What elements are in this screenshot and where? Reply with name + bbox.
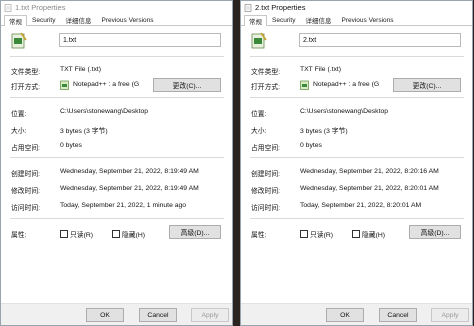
apply-button[interactable]: Apply xyxy=(191,308,229,322)
modified-value: Wednesday, September 21, 2022, 8:20:01 A… xyxy=(300,185,439,192)
cancel-button[interactable]: Cancel xyxy=(139,308,177,322)
divider xyxy=(10,56,224,57)
notepad-plus-plus-icon xyxy=(300,80,309,90)
size-label: 大小: xyxy=(251,128,267,135)
hidden-label: 隐藏(H) xyxy=(122,232,146,239)
general-panel: 2.txt 文件类型: TXT File (.txt) 打开方式: Notepa… xyxy=(241,26,472,316)
checkbox-box[interactable] xyxy=(352,230,360,238)
location-label: 位置: xyxy=(251,111,267,118)
opens-with-label: 打开方式: xyxy=(11,84,41,91)
hidden-checkbox[interactable]: 隐藏(H) xyxy=(112,229,145,239)
created-value: Wednesday, September 21, 2022, 8:20:16 A… xyxy=(300,168,439,175)
modified-value: Wednesday, September 21, 2022, 8:19:49 A… xyxy=(60,185,199,192)
readonly-checkbox[interactable]: 只读(R) xyxy=(60,229,93,239)
dialog-footer: OK Cancel Apply xyxy=(1,303,232,325)
notepad-plus-plus-icon xyxy=(60,80,69,90)
attributes-label: 属性: xyxy=(251,232,267,239)
size-value: 3 bytes (3 字节) xyxy=(300,128,348,135)
change-button[interactable]: 更改(C)... xyxy=(153,78,221,92)
advanced-button[interactable]: 高级(D)... xyxy=(169,225,221,239)
readonly-label: 只读(R) xyxy=(70,232,94,239)
window-title: 2.txt Properties xyxy=(255,3,306,12)
modified-label: 修改时间: xyxy=(11,188,41,195)
opens-with-label: 打开方式: xyxy=(251,84,281,91)
advanced-button[interactable]: 高级(D)... xyxy=(409,225,461,239)
divider xyxy=(250,157,464,158)
accessed-label: 访问时间: xyxy=(11,205,41,212)
txt-file-icon xyxy=(4,3,12,12)
divider xyxy=(10,157,224,158)
readonly-checkbox[interactable]: 只读(R) xyxy=(300,229,333,239)
txt-file-icon xyxy=(251,32,267,49)
file-type-value: TXT File (.txt) xyxy=(60,66,102,73)
apply-button[interactable]: Apply xyxy=(431,308,469,322)
tab-security[interactable]: Security xyxy=(267,14,300,25)
file-type-label: 文件类型: xyxy=(11,69,41,76)
size-value: 3 bytes (3 字节) xyxy=(60,128,108,135)
created-label: 创建时间: xyxy=(251,171,281,178)
location-label: 位置: xyxy=(11,111,27,118)
size-on-disk-label: 占用空间: xyxy=(251,145,281,152)
tab-previous-versions[interactable]: Previous Versions xyxy=(336,14,398,25)
hidden-checkbox[interactable]: 隐藏(H) xyxy=(352,229,385,239)
tab-details[interactable]: 详细信息 xyxy=(60,14,96,25)
tab-details[interactable]: 详细信息 xyxy=(300,14,336,25)
readonly-label: 只读(R) xyxy=(310,232,334,239)
file-type-value: TXT File (.txt) xyxy=(300,66,342,73)
file-type-label: 文件类型: xyxy=(251,69,281,76)
properties-dialog-2: 2.txt Properties 常规 Security 详细信息 Previo… xyxy=(240,0,473,326)
properties-dialog-1: 1.txt Properties 常规 Security 详细信息 Previo… xyxy=(0,0,233,326)
location-value: C:\Users\stonewang\Desktop xyxy=(60,108,149,115)
filename-input[interactable]: 1.txt xyxy=(59,33,221,47)
tab-general[interactable]: 常规 xyxy=(244,15,267,26)
checkbox-box[interactable] xyxy=(300,230,308,238)
tab-general[interactable]: 常规 xyxy=(4,15,27,26)
opens-with-app: Notepad++ : a free (G xyxy=(73,81,140,88)
dialog-footer: OK Cancel Apply xyxy=(241,303,472,325)
tab-strip: 常规 Security 详细信息 Previous Versions xyxy=(241,14,472,26)
opens-with-app: Notepad++ : a free (G xyxy=(313,81,380,88)
location-value: C:\Users\stonewang\Desktop xyxy=(300,108,389,115)
ok-button[interactable]: OK xyxy=(86,308,124,322)
attributes-label: 属性: xyxy=(11,232,27,239)
created-label: 创建时间: xyxy=(11,171,41,178)
divider xyxy=(250,56,464,57)
change-button[interactable]: 更改(C)... xyxy=(393,78,461,92)
checkbox-box[interactable] xyxy=(60,230,68,238)
size-label: 大小: xyxy=(11,128,27,135)
tab-strip: 常规 Security 详细信息 Previous Versions xyxy=(1,14,232,26)
divider xyxy=(10,218,224,219)
cancel-button[interactable]: Cancel xyxy=(379,308,417,322)
filename-input[interactable]: 2.txt xyxy=(299,33,461,47)
divider xyxy=(10,97,224,98)
accessed-value: Today, September 21, 2022, 1 minute ago xyxy=(60,202,187,209)
created-value: Wednesday, September 21, 2022, 8:19:49 A… xyxy=(60,168,199,175)
tab-security[interactable]: Security xyxy=(27,14,60,25)
hidden-label: 隐藏(H) xyxy=(362,232,386,239)
txt-file-icon xyxy=(244,3,252,12)
txt-file-icon xyxy=(11,32,27,49)
divider xyxy=(250,97,464,98)
tab-previous-versions[interactable]: Previous Versions xyxy=(96,14,158,25)
modified-label: 修改时间: xyxy=(251,188,281,195)
accessed-value: Today, September 21, 2022, 8:20:01 AM xyxy=(300,202,422,209)
checkbox-box[interactable] xyxy=(112,230,120,238)
title-bar: 2.txt Properties xyxy=(241,1,472,14)
size-on-disk-label: 占用空间: xyxy=(11,145,41,152)
title-bar: 1.txt Properties xyxy=(1,1,232,14)
window-title: 1.txt Properties xyxy=(15,3,66,12)
size-on-disk-value: 0 bytes xyxy=(300,142,322,149)
accessed-label: 访问时间: xyxy=(251,205,281,212)
size-on-disk-value: 0 bytes xyxy=(60,142,82,149)
general-panel: 1.txt 文件类型: TXT File (.txt) 打开方式: Notepa… xyxy=(1,26,232,316)
divider xyxy=(250,218,464,219)
ok-button[interactable]: OK xyxy=(326,308,364,322)
